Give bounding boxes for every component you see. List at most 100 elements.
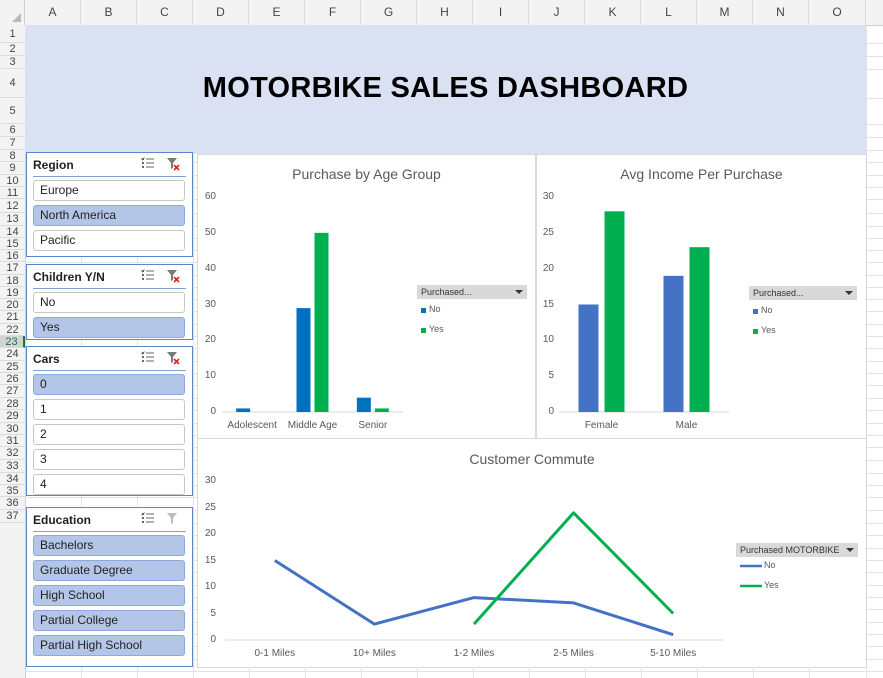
row-header-23[interactable]: 23 bbox=[0, 336, 25, 348]
row-header-19[interactable]: 19 bbox=[0, 287, 25, 299]
legend-field-button[interactable]: Purchased MOTORBIKE bbox=[736, 543, 858, 557]
row-header-34[interactable]: 34 bbox=[0, 473, 25, 485]
row-header-4[interactable]: 4 bbox=[0, 69, 25, 98]
column-header-n[interactable]: N bbox=[753, 0, 809, 25]
education-slicer[interactable]: Education Bachelors Graduate Degree High S… bbox=[26, 507, 193, 667]
bar-no-male[interactable] bbox=[663, 275, 684, 412]
clear-filter-icon[interactable] bbox=[166, 512, 180, 526]
row-header-12[interactable]: 12 bbox=[0, 199, 25, 213]
row-header-37[interactable]: 37 bbox=[0, 510, 25, 523]
row-header-1[interactable]: 1 bbox=[0, 26, 25, 43]
row-header-30[interactable]: 30 bbox=[0, 423, 25, 435]
x-tick-label: 10+ Miles bbox=[352, 648, 396, 659]
row-header-35[interactable]: 35 bbox=[0, 485, 25, 497]
slicer-item-4[interactable]: 4 bbox=[33, 474, 185, 495]
row-header-28[interactable]: 28 bbox=[0, 398, 25, 410]
row-header-29[interactable]: 29 bbox=[0, 410, 25, 423]
slicer-item-partial-high-school[interactable]: Partial High School bbox=[33, 635, 185, 656]
row-header-8[interactable]: 8 bbox=[0, 150, 25, 162]
row-header-24[interactable]: 24 bbox=[0, 348, 25, 361]
legend-field-button[interactable]: Purchased... bbox=[417, 285, 527, 299]
row-header-27[interactable]: 27 bbox=[0, 385, 25, 398]
chevron-down-icon[interactable] bbox=[845, 291, 853, 295]
income-chart[interactable]: Avg Income Per Purchase 0 5 10 15 20 25 30 Fema… bbox=[536, 154, 867, 439]
row-header-32[interactable]: 32 bbox=[0, 447, 25, 460]
row-header-5[interactable]: 5 bbox=[0, 98, 25, 124]
slicer-item-3[interactable]: 3 bbox=[33, 449, 185, 470]
slicer-item-europe[interactable]: Europe bbox=[33, 180, 185, 201]
column-header-j[interactable]: J bbox=[529, 0, 585, 25]
column-header-a[interactable]: A bbox=[25, 0, 81, 25]
row-header-20[interactable]: 20 bbox=[0, 299, 25, 311]
column-header-b[interactable]: B bbox=[81, 0, 137, 25]
row-header-9[interactable]: 9 bbox=[0, 162, 25, 175]
row-header-21[interactable]: 21 bbox=[0, 311, 25, 324]
row-header-33[interactable]: 33 bbox=[0, 460, 25, 473]
cars-slicer[interactable]: Cars 0 1 2 3 4 bbox=[26, 346, 193, 496]
children-slicer[interactable]: Children Y/N No Yes bbox=[26, 264, 193, 340]
bar-yes-male[interactable] bbox=[689, 247, 710, 412]
region-slicer[interactable]: Region Europe North America Pacific bbox=[26, 152, 193, 257]
column-header-l[interactable]: L bbox=[641, 0, 697, 25]
row-header-13[interactable]: 13 bbox=[0, 213, 25, 226]
line-series-yes[interactable] bbox=[472, 511, 675, 626]
clear-filter-icon[interactable] bbox=[166, 157, 180, 171]
bar-no-adolescent[interactable] bbox=[236, 408, 251, 412]
slicer-item-bachelors[interactable]: Bachelors bbox=[33, 535, 185, 556]
column-header-c[interactable]: C bbox=[137, 0, 193, 25]
commute-chart[interactable]: Customer Commute 0 5 10 15 20 25 30 0-1 Miles 10… bbox=[197, 438, 867, 668]
bar-no-middle-age[interactable] bbox=[296, 308, 311, 412]
bar-yes-middle-age[interactable] bbox=[314, 232, 329, 412]
row-header-14[interactable]: 14 bbox=[0, 226, 25, 238]
column-header-f[interactable]: F bbox=[305, 0, 361, 25]
row-header-16[interactable]: 16 bbox=[0, 250, 25, 262]
row-header-18[interactable]: 18 bbox=[0, 275, 25, 287]
column-header-o[interactable]: O bbox=[809, 0, 866, 25]
row-header-17[interactable]: 17 bbox=[0, 262, 25, 275]
row-header-36[interactable]: 36 bbox=[0, 497, 25, 510]
clear-filter-icon[interactable] bbox=[166, 269, 180, 283]
column-header-e[interactable]: E bbox=[249, 0, 305, 25]
row-header-3[interactable]: 3 bbox=[0, 56, 25, 69]
slicer-item-2[interactable]: 2 bbox=[33, 424, 185, 445]
slicer-item-0[interactable]: 0 bbox=[33, 374, 185, 395]
row-header-15[interactable]: 15 bbox=[0, 238, 25, 250]
chevron-down-icon[interactable] bbox=[846, 548, 854, 552]
clear-filter-icon[interactable] bbox=[166, 351, 180, 365]
column-header-h[interactable]: H bbox=[417, 0, 473, 25]
chevron-down-icon[interactable] bbox=[515, 290, 523, 294]
slicer-item-no[interactable]: No bbox=[33, 292, 185, 313]
bar-yes-senior[interactable] bbox=[374, 408, 389, 412]
multi-select-icon[interactable] bbox=[141, 269, 155, 283]
bar-no-female[interactable] bbox=[578, 304, 599, 413]
row-header-26[interactable]: 26 bbox=[0, 373, 25, 385]
multi-select-icon[interactable] bbox=[141, 512, 155, 526]
multi-select-icon[interactable] bbox=[141, 351, 155, 365]
column-header-k[interactable]: K bbox=[585, 0, 641, 25]
row-header-10[interactable]: 10 bbox=[0, 175, 25, 187]
column-header-g[interactable]: G bbox=[361, 0, 417, 25]
age-group-chart[interactable]: Purchase by Age Group 0 10 20 30 40 50 60 Adole… bbox=[197, 154, 536, 439]
row-header-22[interactable]: 22 bbox=[0, 324, 25, 336]
slicer-item-yes[interactable]: Yes bbox=[33, 317, 185, 338]
column-header-m[interactable]: M bbox=[697, 0, 753, 25]
row-header-25[interactable]: 25 bbox=[0, 361, 25, 373]
column-header-i[interactable]: I bbox=[473, 0, 529, 25]
row-header-31[interactable]: 31 bbox=[0, 435, 25, 447]
bar-yes-female[interactable] bbox=[604, 211, 625, 412]
row-header-2[interactable]: 2 bbox=[0, 43, 25, 56]
multi-select-icon[interactable] bbox=[141, 157, 155, 171]
bar-no-senior[interactable] bbox=[356, 397, 371, 412]
legend-field-button[interactable]: Purchased... bbox=[749, 286, 857, 300]
slicer-item-high-school[interactable]: High School bbox=[33, 585, 185, 606]
slicer-item-pacific[interactable]: Pacific bbox=[33, 230, 185, 251]
column-header-d[interactable]: D bbox=[193, 0, 249, 25]
select-all-corner[interactable] bbox=[0, 0, 25, 25]
slicer-item-1[interactable]: 1 bbox=[33, 399, 185, 420]
slicer-item-partial-college[interactable]: Partial College bbox=[33, 610, 185, 631]
row-header-6[interactable]: 6 bbox=[0, 124, 25, 137]
row-header-11[interactable]: 11 bbox=[0, 187, 25, 199]
slicer-item-north-america[interactable]: North America bbox=[33, 205, 185, 226]
row-header-7[interactable]: 7 bbox=[0, 137, 25, 150]
slicer-item-graduate-degree[interactable]: Graduate Degree bbox=[33, 560, 185, 581]
